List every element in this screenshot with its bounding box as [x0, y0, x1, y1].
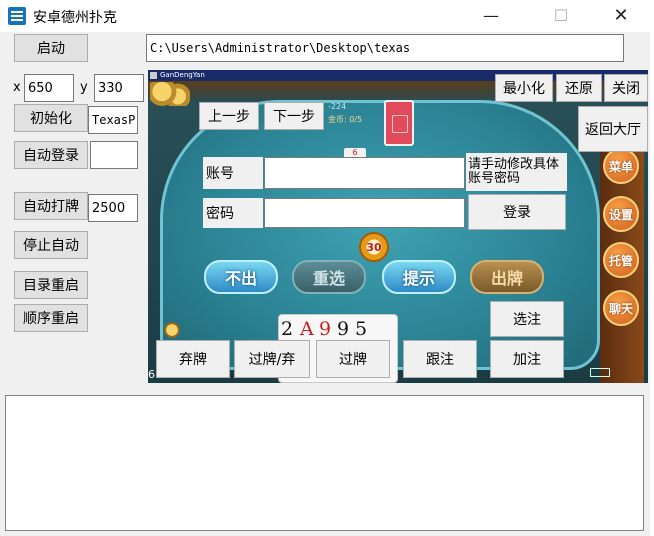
- turn-timer-clock: 30: [359, 232, 389, 262]
- x-input[interactable]: 650: [24, 74, 74, 102]
- autoplay-side-button[interactable]: 托管: [603, 242, 639, 278]
- hand-card[interactable]: 2: [281, 318, 293, 340]
- hand-card[interactable]: A: [300, 318, 314, 340]
- path-field[interactable]: C:\Users\Administrator\Desktop\texas: [146, 34, 624, 62]
- close-game-button[interactable]: 关闭: [604, 74, 648, 102]
- select-bet-button[interactable]: 选注: [490, 301, 564, 337]
- start-button[interactable]: 启动: [14, 34, 88, 62]
- account-input[interactable]: [264, 157, 465, 189]
- window-title: 安卓德州扑克: [33, 10, 117, 26]
- left-coins-icon: [160, 322, 184, 338]
- init-field[interactable]: TexasP: [88, 106, 138, 134]
- check-button[interactable]: 过牌: [316, 340, 390, 378]
- back-to-lobby-button[interactable]: 返回大厅: [578, 106, 648, 152]
- auto-login-button[interactable]: 自动登录: [14, 141, 88, 169]
- call-button[interactable]: 跟注: [403, 340, 477, 378]
- close-window-button[interactable]: ✕: [598, 0, 644, 32]
- player-info-coins: 金币: 0/5: [328, 115, 363, 124]
- init-button[interactable]: 初始化: [14, 104, 88, 132]
- minimize-window-button[interactable]: —: [468, 0, 514, 32]
- player-info-score: -224: [328, 102, 347, 111]
- deck-card-back: [384, 100, 414, 146]
- hand-card[interactable]: 5: [355, 318, 367, 340]
- coins-icon: [150, 82, 190, 106]
- menu-side-button[interactable]: 菜单: [603, 148, 639, 184]
- app-icon: [8, 7, 26, 25]
- pass-pill-button[interactable]: 不出: [204, 260, 278, 294]
- auto-play-field[interactable]: 2500: [88, 194, 138, 222]
- auto-login-field[interactable]: [90, 141, 138, 169]
- game-app-icon: [150, 72, 157, 79]
- settings-side-button[interactable]: 设置: [603, 196, 639, 232]
- log-textarea[interactable]: [5, 395, 644, 531]
- prev-step-button[interactable]: 上一步: [199, 102, 259, 130]
- password-input[interactable]: [264, 198, 465, 228]
- dir-restart-button[interactable]: 目录重启: [14, 271, 88, 299]
- chat-side-button[interactable]: 聊天: [603, 290, 639, 326]
- x-label: x: [13, 80, 21, 95]
- next-step-button[interactable]: 下一步: [264, 102, 324, 130]
- y-label: y: [80, 80, 88, 95]
- left-player-count: 6: [148, 368, 155, 381]
- title-bar: 安卓德州扑克 — ☐ ✕: [0, 0, 654, 32]
- reselect-pill-button[interactable]: 重选: [292, 260, 366, 294]
- maximize-window-button[interactable]: ☐: [538, 0, 584, 32]
- raise-button[interactable]: 加注: [490, 340, 564, 378]
- credentials-hint: 请手动修改具体账号密码: [466, 153, 567, 191]
- battery-icon: [590, 368, 610, 377]
- account-label: 账号: [203, 157, 263, 189]
- check-fold-button[interactable]: 过牌/弃: [234, 340, 310, 378]
- stop-auto-button[interactable]: 停止自动: [14, 231, 88, 259]
- hint-pill-button[interactable]: 提示: [382, 260, 456, 294]
- fold-button[interactable]: 弃牌: [156, 340, 230, 378]
- play-pill-button[interactable]: 出牌: [470, 260, 544, 294]
- game-bar-title: GanDengYan: [160, 71, 205, 79]
- auto-play-button[interactable]: 自动打牌: [14, 192, 88, 220]
- main-window: 安卓德州扑克 — ☐ ✕ 启动 C:\Users\Administrator\D…: [0, 0, 654, 536]
- hand-card[interactable]: 9: [319, 318, 331, 340]
- hand-card[interactable]: 9: [337, 318, 349, 340]
- seq-restart-button[interactable]: 顺序重启: [14, 304, 88, 332]
- password-label: 密码: [203, 198, 263, 228]
- login-button[interactable]: 登录: [468, 194, 566, 230]
- minimize-game-button[interactable]: 最小化: [495, 74, 553, 102]
- window-edge: [650, 0, 654, 536]
- restore-game-button[interactable]: 还原: [556, 74, 602, 102]
- y-input[interactable]: 330: [94, 74, 144, 102]
